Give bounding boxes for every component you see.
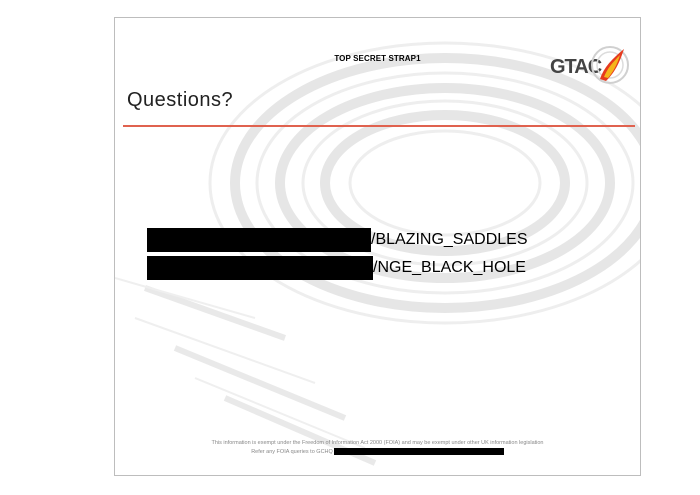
foia-referral-text: Refer any FOIA queries to GCHQ — [251, 448, 333, 455]
gtac-logo: GTAC — [550, 43, 630, 89]
flame-icon — [591, 46, 629, 84]
foia-notice: This information is exempt under the Fre… — [211, 440, 544, 446]
redacted-line-1: /BLAZING_SADDLES — [147, 228, 528, 256]
line-text: /BLAZING_SADDLES — [371, 231, 528, 248]
redaction-block — [147, 256, 373, 280]
foia-referral: Refer any FOIA queries to GCHQ — [115, 448, 640, 455]
redaction-block — [333, 448, 504, 455]
slide-title: Questions? — [127, 89, 234, 111]
title-underline — [123, 125, 635, 127]
slide: TOP SECRET STRAP1 GTAC Questions? /BLAZI… — [114, 17, 641, 476]
redaction-block — [147, 228, 371, 252]
redacted-line-2: /NGE_BLACK_HOLE — [147, 256, 526, 284]
line-text: /NGE_BLACK_HOLE — [373, 259, 526, 276]
